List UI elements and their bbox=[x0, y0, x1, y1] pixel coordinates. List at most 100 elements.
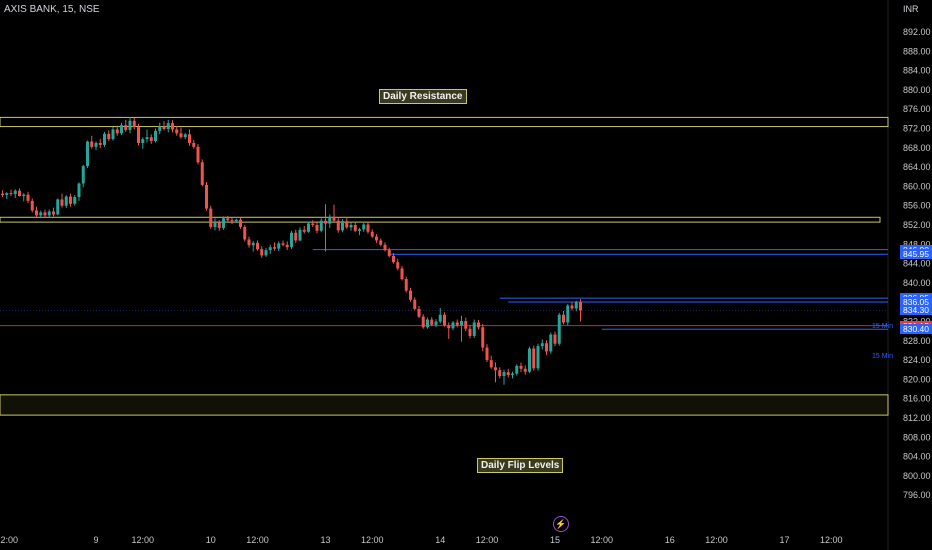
time-tick-label: 12:00 bbox=[0, 535, 18, 545]
candle-body bbox=[26, 194, 30, 201]
lightning-icon[interactable]: ⚡ bbox=[553, 516, 569, 532]
candle-body bbox=[549, 334, 553, 352]
candle-body bbox=[455, 322, 459, 326]
candle-body bbox=[328, 216, 332, 224]
price-tick-label: 872.00 bbox=[903, 124, 931, 134]
candle-body bbox=[22, 194, 26, 197]
candle-body bbox=[379, 240, 383, 245]
candle-body bbox=[366, 224, 370, 232]
price-tick-label: 876.00 bbox=[903, 104, 931, 114]
candle-body bbox=[298, 229, 302, 241]
time-axis[interactable]: 12:00 9 12:00 10 12:00 13 12:00 14 12:00 15 12:00 1… bbox=[0, 535, 843, 545]
candle-body bbox=[18, 190, 21, 197]
candle-body bbox=[494, 367, 497, 371]
price-tick-label: 824.00 bbox=[903, 355, 931, 365]
candle-body bbox=[375, 236, 378, 241]
candle-body bbox=[536, 346, 540, 369]
candle-body bbox=[149, 137, 153, 142]
candle-body bbox=[137, 127, 140, 143]
candle-body bbox=[273, 247, 276, 249]
zones-layer bbox=[0, 116, 889, 416]
price-tag: 830.40 bbox=[900, 324, 932, 335]
candle-body bbox=[557, 314, 561, 344]
candle-body bbox=[349, 225, 353, 228]
candle-body bbox=[404, 279, 408, 291]
candle-body bbox=[413, 299, 417, 309]
candle-body bbox=[226, 218, 230, 221]
candle-body bbox=[489, 360, 493, 368]
candle-body bbox=[311, 223, 315, 225]
daily-resistance-label: Daily Resistance bbox=[379, 89, 467, 104]
time-tick-label: 17 bbox=[779, 535, 789, 545]
candle-body bbox=[553, 334, 557, 344]
candle-body bbox=[570, 305, 574, 309]
candle-body bbox=[39, 212, 43, 216]
candle-body bbox=[243, 226, 247, 240]
candle-body bbox=[98, 142, 102, 145]
candle-body bbox=[370, 231, 374, 237]
candle-body bbox=[460, 321, 463, 326]
symbol-title[interactable]: AXIS BANK, 15, NSE bbox=[4, 4, 100, 15]
candle-body bbox=[336, 220, 340, 231]
candle-body bbox=[13, 190, 17, 195]
candle-body bbox=[485, 347, 489, 361]
candle-body bbox=[103, 133, 106, 145]
candle-body bbox=[332, 216, 336, 221]
zone-rect bbox=[0, 216, 881, 223]
candle-body bbox=[5, 193, 9, 196]
price-tick-label: 868.00 bbox=[903, 143, 931, 153]
candle-body bbox=[566, 305, 570, 323]
candle-body bbox=[179, 133, 183, 138]
time-tick-label: 12:00 bbox=[476, 535, 499, 545]
candle-body bbox=[506, 372, 510, 376]
candle-body bbox=[115, 129, 119, 134]
candle-body bbox=[515, 365, 519, 374]
candle-body bbox=[47, 211, 51, 216]
candle-body bbox=[511, 373, 514, 376]
time-tick-label: 12:00 bbox=[131, 535, 154, 545]
time-tick-label: 12:00 bbox=[361, 535, 384, 545]
candle-body bbox=[502, 372, 506, 377]
candle-body bbox=[107, 133, 111, 140]
candles-layer bbox=[1, 116, 582, 385]
price-axis[interactable]: 796.00 800.00 804.00 808.00 812.00 816.00 820.… bbox=[903, 27, 931, 500]
candle-body bbox=[230, 220, 234, 222]
price-tick-label: 804.00 bbox=[903, 452, 931, 462]
candle-body bbox=[574, 302, 578, 309]
candle-body bbox=[396, 262, 400, 269]
candle-body bbox=[69, 196, 72, 204]
candle-body bbox=[264, 250, 268, 256]
candle-body bbox=[528, 348, 531, 372]
candle-body bbox=[294, 232, 298, 241]
candle-body bbox=[200, 162, 204, 185]
candle-body bbox=[472, 322, 476, 336]
candle-body bbox=[387, 250, 391, 256]
candle-body bbox=[251, 242, 255, 246]
candle-body bbox=[260, 249, 264, 256]
candle-body bbox=[120, 125, 123, 134]
candle-body bbox=[247, 239, 251, 246]
candle-body bbox=[443, 314, 446, 326]
candle-body bbox=[86, 141, 89, 167]
candle-body bbox=[345, 221, 349, 228]
candlestick-chart[interactable]: 796.00 800.00 804.00 808.00 812.00 816.00 820.… bbox=[0, 0, 932, 550]
candle-body bbox=[498, 370, 502, 377]
candle-body bbox=[188, 134, 191, 143]
price-tick-label: 828.00 bbox=[903, 336, 931, 346]
candle-body bbox=[222, 218, 225, 228]
time-tick-label: 10 bbox=[206, 535, 216, 545]
time-tick-label: 15 bbox=[550, 535, 560, 545]
candle-body bbox=[417, 308, 421, 317]
candle-body bbox=[209, 208, 213, 227]
candle-body bbox=[562, 314, 565, 323]
candle-body bbox=[421, 316, 425, 328]
candle-body bbox=[94, 142, 98, 147]
candle-body bbox=[196, 146, 200, 163]
candle-body bbox=[324, 220, 327, 224]
candle-body bbox=[141, 139, 145, 143]
candle-body bbox=[315, 225, 319, 231]
candle-body bbox=[409, 290, 412, 300]
candle-body bbox=[35, 210, 38, 216]
time-tick-label: 12:00 bbox=[705, 535, 728, 545]
candle-body bbox=[451, 322, 455, 329]
